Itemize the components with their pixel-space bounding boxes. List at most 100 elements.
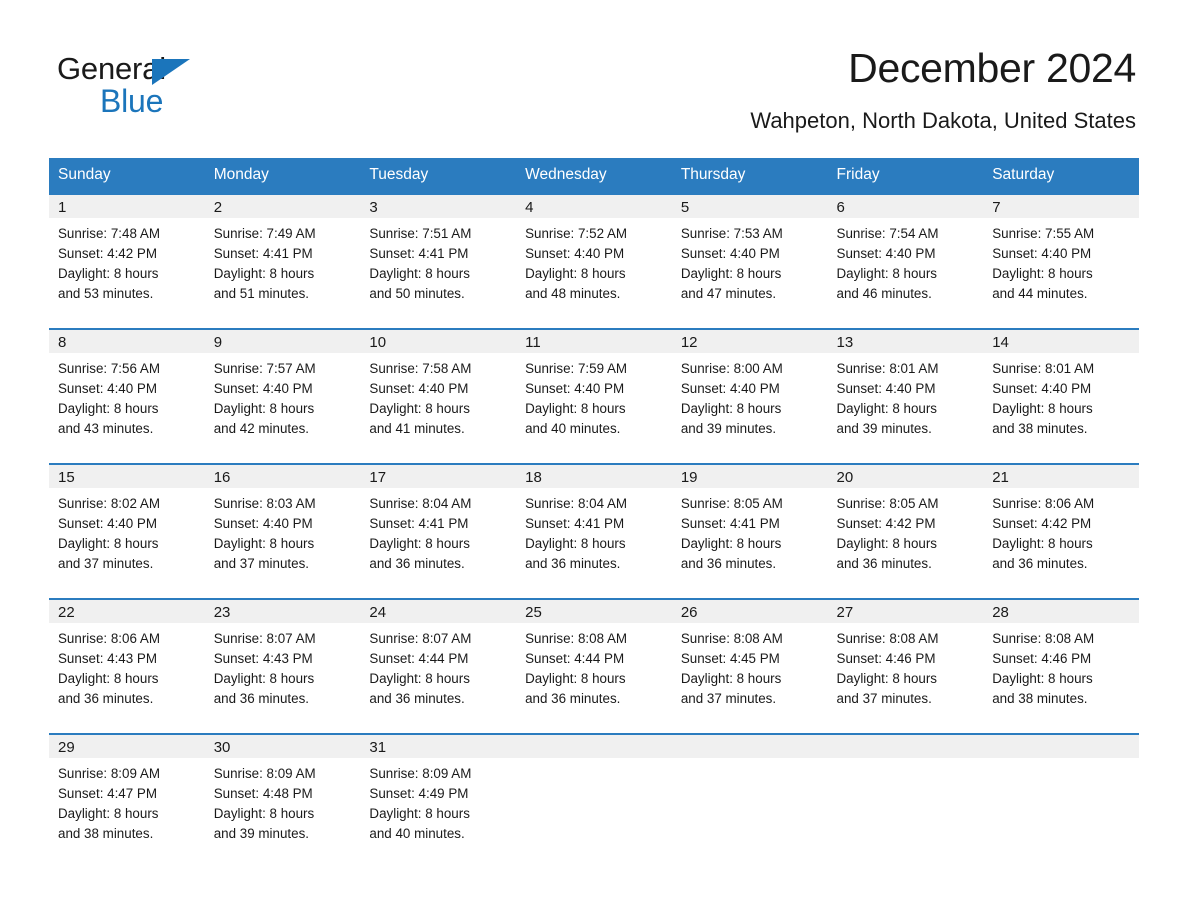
day-number bbox=[983, 735, 1139, 758]
day-cell[interactable]: 21 Sunrise: 8:06 AM Sunset: 4:42 PM Dayl… bbox=[983, 463, 1139, 599]
daylight-text-line2: and 36 minutes. bbox=[525, 556, 621, 572]
day-cell[interactable]: 6 Sunrise: 7:54 AM Sunset: 4:40 PM Dayli… bbox=[827, 193, 984, 329]
day-cell[interactable]: 5 Sunrise: 7:53 AM Sunset: 4:40 PM Dayli… bbox=[671, 193, 828, 329]
day-cell[interactable]: 25 Sunrise: 8:08 AM Sunset: 4:44 PM Dayl… bbox=[516, 598, 672, 734]
sunset-text: Sunset: 4:44 PM bbox=[369, 651, 469, 667]
daylight-text-line2: and 41 minutes. bbox=[369, 421, 465, 437]
day-number: 6 bbox=[827, 195, 984, 218]
day-details: Sunrise: 7:59 AM Sunset: 4:40 PM Dayligh… bbox=[516, 353, 672, 439]
day-cell[interactable]: 16 Sunrise: 8:03 AM Sunset: 4:40 PM Dayl… bbox=[204, 463, 361, 599]
daylight-text-line2: and 37 minutes. bbox=[58, 556, 154, 572]
day-details: Sunrise: 8:07 AM Sunset: 4:43 PM Dayligh… bbox=[205, 623, 361, 709]
day-cell[interactable]: 12 Sunrise: 8:00 AM Sunset: 4:40 PM Dayl… bbox=[671, 328, 828, 464]
day-cell[interactable]: 11 Sunrise: 7:59 AM Sunset: 4:40 PM Dayl… bbox=[516, 328, 672, 464]
sunset-text: Sunset: 4:49 PM bbox=[369, 786, 469, 802]
day-number bbox=[671, 735, 828, 758]
day-cell[interactable]: 22 Sunrise: 8:06 AM Sunset: 4:43 PM Dayl… bbox=[49, 598, 205, 734]
day-number: 9 bbox=[204, 330, 361, 353]
sunrise-sunset-calendar: Sunday Monday Tuesday Wednesday Thursday… bbox=[49, 158, 1139, 869]
day-cell[interactable]: 18 Sunrise: 8:04 AM Sunset: 4:41 PM Dayl… bbox=[516, 463, 672, 599]
day-details: Sunrise: 8:06 AM Sunset: 4:42 PM Dayligh… bbox=[983, 488, 1139, 574]
daylight-text-line1: Daylight: 8 hours bbox=[369, 401, 470, 417]
day-cell[interactable]: 9 Sunrise: 7:57 AM Sunset: 4:40 PM Dayli… bbox=[204, 328, 361, 464]
sunset-text: Sunset: 4:45 PM bbox=[680, 651, 780, 667]
day-details: Sunrise: 7:51 AM Sunset: 4:41 PM Dayligh… bbox=[360, 218, 516, 304]
daylight-text-line2: and 42 minutes. bbox=[213, 421, 309, 437]
sunrise-text: Sunrise: 7:55 AM bbox=[992, 226, 1095, 241]
day-number: 12 bbox=[671, 330, 828, 353]
daylight-text-line1: Daylight: 8 hours bbox=[369, 266, 470, 282]
daylight-text-line1: Daylight: 8 hours bbox=[58, 536, 159, 552]
day-cell[interactable]: 29 Sunrise: 8:09 AM Sunset: 4:47 PM Dayl… bbox=[49, 733, 205, 869]
logo-top-row: General bbox=[57, 52, 257, 86]
daylight-text-line2: and 36 minutes. bbox=[213, 691, 309, 707]
day-details: Sunrise: 8:09 AM Sunset: 4:47 PM Dayligh… bbox=[49, 758, 205, 844]
daylight-text-line2: and 36 minutes. bbox=[369, 556, 465, 572]
daylight-text-line2: and 46 minutes. bbox=[836, 286, 932, 302]
day-details: Sunrise: 7:48 AM Sunset: 4:42 PM Dayligh… bbox=[49, 218, 205, 304]
day-cell[interactable]: 20 Sunrise: 8:05 AM Sunset: 4:42 PM Dayl… bbox=[827, 463, 984, 599]
sunset-text: Sunset: 4:44 PM bbox=[525, 651, 625, 667]
day-cell[interactable]: 30 Sunrise: 8:09 AM Sunset: 4:48 PM Dayl… bbox=[204, 733, 361, 869]
day-cell[interactable]: 4 Sunrise: 7:52 AM Sunset: 4:40 PM Dayli… bbox=[516, 193, 672, 329]
daylight-text-line1: Daylight: 8 hours bbox=[836, 401, 937, 417]
calendar-week-row: 8 Sunrise: 7:56 AM Sunset: 4:40 PM Dayli… bbox=[49, 328, 1139, 464]
sunrise-text: Sunrise: 7:52 AM bbox=[525, 226, 628, 241]
day-cell[interactable]: 2 Sunrise: 7:49 AM Sunset: 4:41 PM Dayli… bbox=[204, 193, 361, 329]
day-cell[interactable]: 17 Sunrise: 8:04 AM Sunset: 4:41 PM Dayl… bbox=[360, 463, 517, 599]
sunrise-text: Sunrise: 8:05 AM bbox=[680, 496, 783, 511]
day-details: Sunrise: 7:57 AM Sunset: 4:40 PM Dayligh… bbox=[205, 353, 361, 439]
day-cell[interactable]: 14 Sunrise: 8:01 AM Sunset: 4:40 PM Dayl… bbox=[983, 328, 1139, 464]
sunrise-text: Sunrise: 8:04 AM bbox=[369, 496, 472, 511]
sunset-text: Sunset: 4:43 PM bbox=[58, 651, 157, 667]
sunset-text: Sunset: 4:40 PM bbox=[525, 246, 625, 262]
day-cell[interactable]: 28 Sunrise: 8:08 AM Sunset: 4:46 PM Dayl… bbox=[983, 598, 1139, 734]
day-number: 5 bbox=[671, 195, 828, 218]
day-cell[interactable]: 13 Sunrise: 8:01 AM Sunset: 4:40 PM Dayl… bbox=[827, 328, 984, 464]
day-cell[interactable]: 3 Sunrise: 7:51 AM Sunset: 4:41 PM Dayli… bbox=[360, 193, 517, 329]
day-cell[interactable]: 26 Sunrise: 8:08 AM Sunset: 4:45 PM Dayl… bbox=[671, 598, 828, 734]
day-cell[interactable]: 23 Sunrise: 8:07 AM Sunset: 4:43 PM Dayl… bbox=[204, 598, 361, 734]
day-cell[interactable]: 1 Sunrise: 7:48 AM Sunset: 4:42 PM Dayli… bbox=[49, 193, 205, 329]
calendar-week-row: 1 Sunrise: 7:48 AM Sunset: 4:42 PM Dayli… bbox=[49, 193, 1139, 329]
day-cell[interactable]: 27 Sunrise: 8:08 AM Sunset: 4:46 PM Dayl… bbox=[827, 598, 984, 734]
day-details: Sunrise: 7:53 AM Sunset: 4:40 PM Dayligh… bbox=[672, 218, 828, 304]
sunrise-text: Sunrise: 8:01 AM bbox=[836, 361, 939, 376]
day-cell[interactable]: 31 Sunrise: 8:09 AM Sunset: 4:49 PM Dayl… bbox=[360, 733, 517, 869]
daylight-text-line1: Daylight: 8 hours bbox=[992, 671, 1093, 687]
day-cell[interactable]: 10 Sunrise: 7:58 AM Sunset: 4:40 PM Dayl… bbox=[360, 328, 517, 464]
day-cell[interactable]: 15 Sunrise: 8:02 AM Sunset: 4:40 PM Dayl… bbox=[49, 463, 205, 599]
daylight-text-line2: and 47 minutes. bbox=[680, 286, 777, 302]
weekday-header-tuesday: Tuesday bbox=[360, 158, 517, 194]
daylight-text-line1: Daylight: 8 hours bbox=[680, 401, 782, 417]
sunrise-text: Sunrise: 7:56 AM bbox=[58, 361, 160, 376]
day-number bbox=[827, 735, 984, 758]
day-number: 14 bbox=[983, 330, 1139, 353]
daylight-text-line2: and 36 minutes. bbox=[369, 691, 465, 707]
day-number: 16 bbox=[204, 465, 361, 488]
daylight-text-line2: and 37 minutes. bbox=[680, 691, 777, 707]
logo-text-blue: Blue bbox=[100, 83, 164, 119]
day-number: 30 bbox=[204, 735, 361, 758]
sunrise-text: Sunrise: 8:05 AM bbox=[836, 496, 939, 511]
sunset-text: Sunset: 4:42 PM bbox=[992, 516, 1092, 532]
calendar-week-row: 22 Sunrise: 8:06 AM Sunset: 4:43 PM Dayl… bbox=[49, 598, 1139, 734]
day-number: 31 bbox=[360, 735, 517, 758]
day-cell[interactable]: 24 Sunrise: 8:07 AM Sunset: 4:44 PM Dayl… bbox=[360, 598, 517, 734]
day-cell[interactable]: 7 Sunrise: 7:55 AM Sunset: 4:40 PM Dayli… bbox=[983, 193, 1139, 329]
day-details: Sunrise: 8:08 AM Sunset: 4:46 PM Dayligh… bbox=[828, 623, 984, 709]
day-cell[interactable]: 19 Sunrise: 8:05 AM Sunset: 4:41 PM Dayl… bbox=[671, 463, 828, 599]
sunrise-text: Sunrise: 8:09 AM bbox=[58, 766, 160, 781]
daylight-text-line2: and 39 minutes. bbox=[680, 421, 777, 437]
sunrise-text: Sunrise: 8:06 AM bbox=[992, 496, 1095, 511]
day-number: 15 bbox=[49, 465, 205, 488]
day-cell[interactable]: 8 Sunrise: 7:56 AM Sunset: 4:40 PM Dayli… bbox=[49, 328, 205, 464]
day-details: Sunrise: 8:08 AM Sunset: 4:44 PM Dayligh… bbox=[516, 623, 672, 709]
sunset-text: Sunset: 4:40 PM bbox=[680, 381, 780, 397]
sunset-text: Sunset: 4:40 PM bbox=[992, 246, 1092, 262]
daylight-text-line2: and 36 minutes. bbox=[836, 556, 932, 572]
day-details: Sunrise: 8:01 AM Sunset: 4:40 PM Dayligh… bbox=[983, 353, 1139, 439]
day-number: 18 bbox=[516, 465, 672, 488]
daylight-text-line2: and 50 minutes. bbox=[369, 286, 465, 302]
sunrise-text: Sunrise: 7:48 AM bbox=[58, 226, 160, 241]
